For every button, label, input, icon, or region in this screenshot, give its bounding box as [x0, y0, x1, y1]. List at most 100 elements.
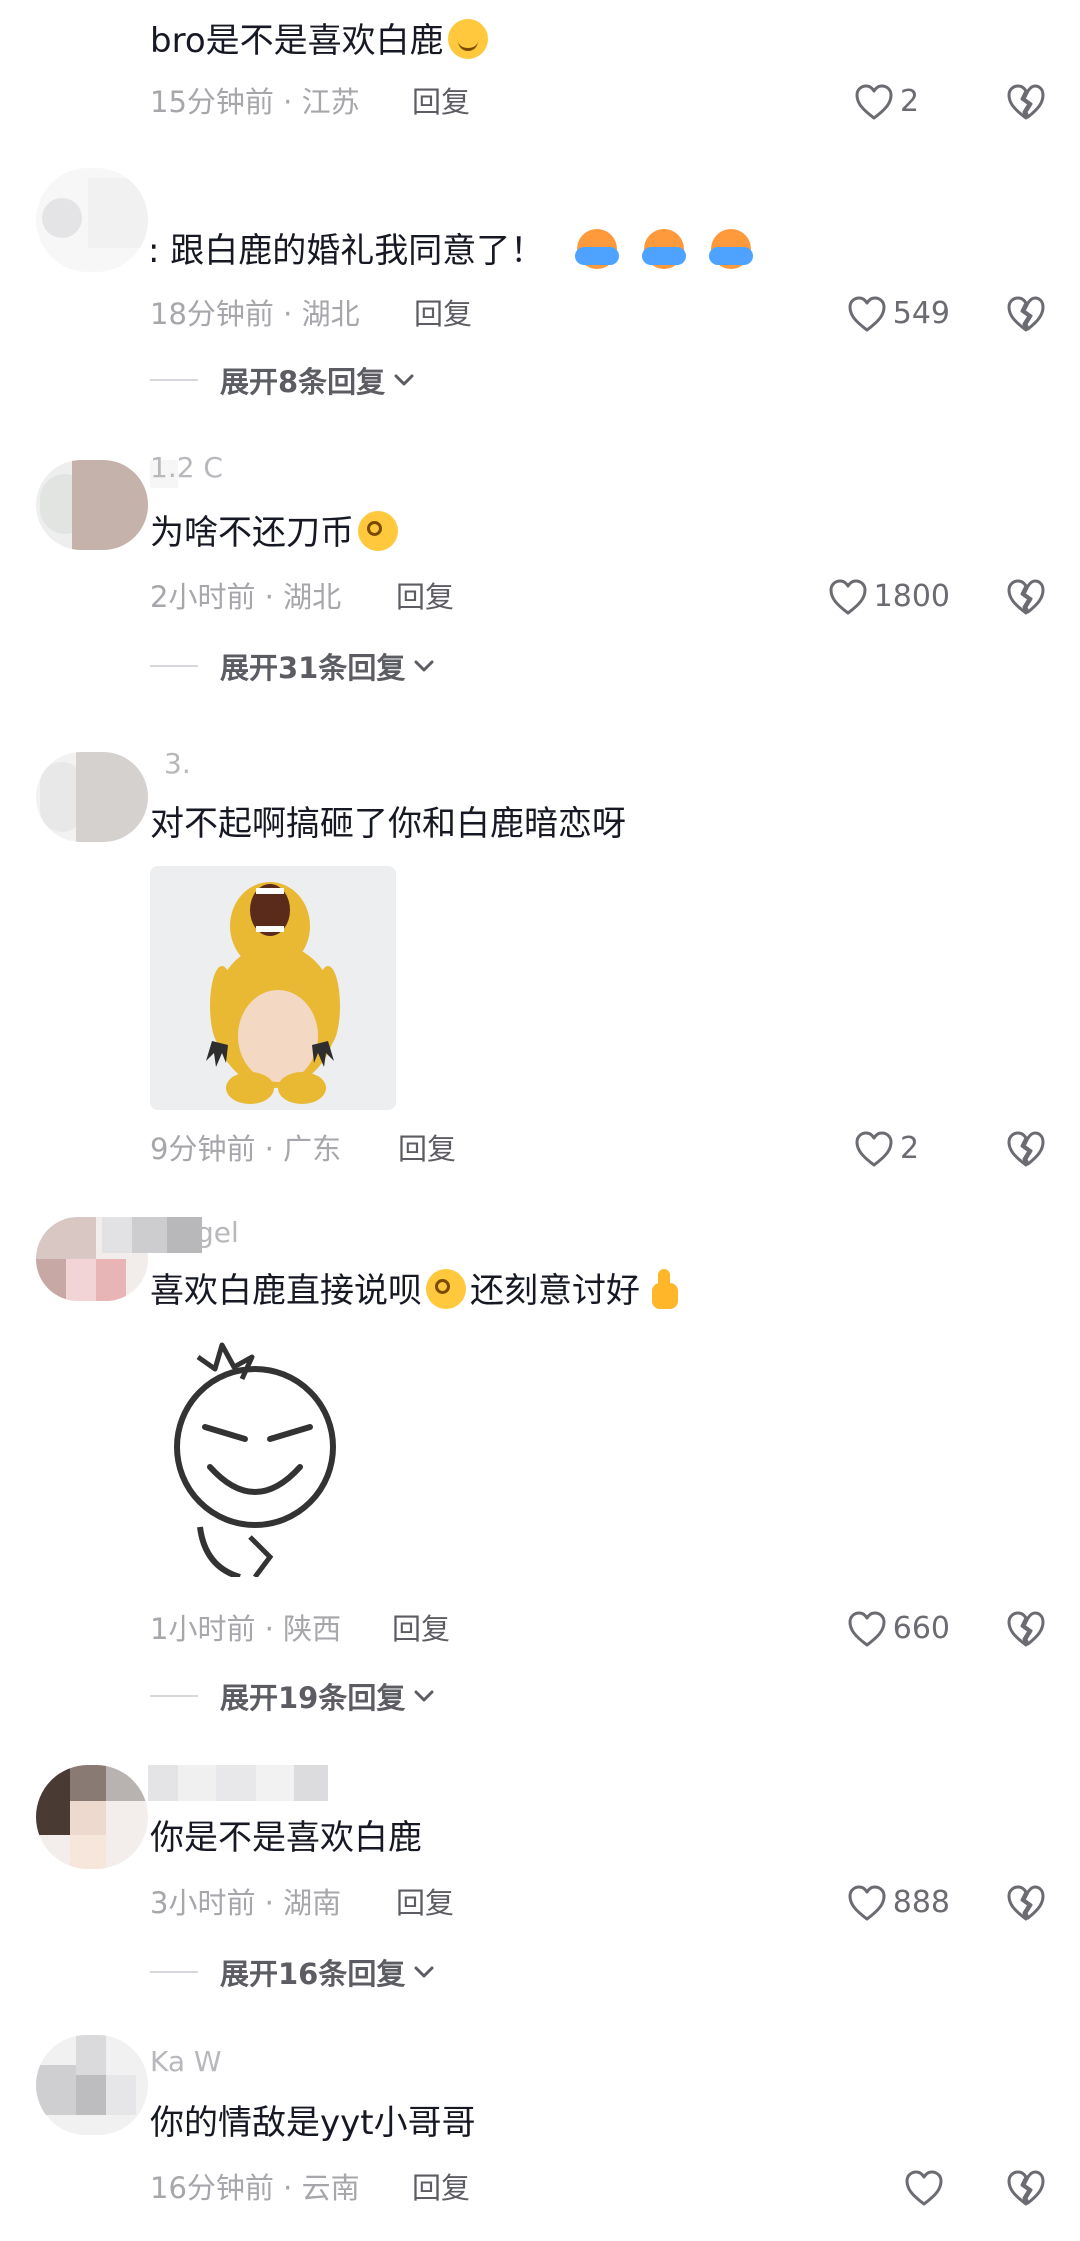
divider — [150, 1971, 198, 1973]
broken-heart-icon[interactable] — [1005, 1609, 1047, 1649]
comment-meta: 15分钟前 · 江苏 — [150, 84, 360, 120]
like-button[interactable]: 2 — [854, 82, 950, 122]
comment-item: 你是不是喜欢白鹿 3小时前 · 湖南 回复 888 展开16条回复 — [0, 1755, 1080, 2020]
broken-heart-icon[interactable] — [1005, 1129, 1047, 1169]
comment-location: 云南 — [301, 2171, 360, 2205]
meta-separator: · — [255, 1132, 284, 1166]
comment-meta: 1小时前 · 陕西 — [150, 1611, 341, 1647]
woozy-face-emoji-icon — [358, 511, 398, 551]
comment-item: bro是不是喜欢白鹿 15分钟前 · 江苏 回复 2 — [0, 0, 1080, 150]
sticker-image[interactable] — [160, 1327, 360, 1577]
expand-replies-label: 展开19条回复 — [220, 1681, 406, 1715]
reply-button[interactable]: 回复 — [414, 296, 472, 332]
comment-meta: 3小时前 · 湖南 — [150, 1885, 341, 1921]
like-button[interactable]: 1800 — [828, 577, 950, 617]
username[interactable]: Ka W — [150, 2047, 222, 2077]
meta-separator: · — [255, 1886, 284, 1920]
like-button[interactable]: 549 — [847, 294, 950, 334]
divider — [150, 1695, 198, 1697]
like-button[interactable] — [904, 2168, 950, 2208]
username[interactable]: gel — [196, 1218, 239, 1248]
like-count: 2 — [900, 84, 920, 119]
divider — [150, 379, 198, 381]
heart-outline-icon — [848, 296, 886, 332]
broken-heart-icon[interactable] — [1005, 577, 1047, 617]
broken-heart-icon[interactable] — [1005, 82, 1047, 122]
username[interactable]: 1.2 C — [150, 453, 223, 483]
comment-text: 对不起啊搞砸了你和白鹿暗恋呀 — [150, 804, 626, 844]
heart-outline-icon — [848, 1611, 886, 1647]
reply-button[interactable]: 回复 — [398, 1131, 456, 1167]
sticker-image[interactable] — [150, 866, 396, 1110]
chevron-down-icon — [414, 1966, 434, 1978]
meta-separator: · — [273, 85, 302, 119]
comment-meta: 2小时前 · 湖北 — [150, 579, 341, 615]
hugging-face-emoji-icon — [575, 229, 620, 269]
reply-button[interactable]: 回复 — [412, 84, 470, 120]
avatar[interactable] — [36, 168, 148, 272]
broken-heart-icon[interactable] — [1005, 1883, 1047, 1923]
comment-item: Ka W 你的情敌是yyt小哥哥 16分钟前 · 云南 回复 — [0, 2035, 1080, 2241]
comment-location: 湖北 — [283, 580, 342, 614]
comment-time: 18分钟前 — [150, 297, 274, 331]
like-count: 2 — [900, 1131, 920, 1166]
avatar[interactable] — [36, 2035, 148, 2135]
comment-time: 2小时前 — [150, 580, 256, 614]
comment-item: 3. 对不起啊搞砸了你和白鹿暗恋呀 9分钟前 · 广东 回复 2 — [0, 740, 1080, 1180]
comment-location: 湖南 — [283, 1886, 342, 1920]
like-count: 1800 — [873, 579, 950, 614]
expand-replies-button[interactable]: 展开19条回复 — [150, 1676, 435, 1716]
comment-time: 15分钟前 — [150, 85, 274, 119]
like-count: 549 — [892, 296, 950, 331]
meta-separator: · — [255, 580, 284, 614]
avatar[interactable] — [36, 752, 148, 842]
like-button[interactable]: 660 — [847, 1609, 950, 1649]
like-count: 660 — [892, 1611, 950, 1646]
chevron-down-icon — [414, 1690, 434, 1702]
broken-heart-icon[interactable] — [1005, 294, 1047, 334]
grinning-doodle-sticker — [160, 1327, 360, 1577]
heart-outline-icon — [905, 2170, 943, 2206]
hugging-face-emoji-icon — [641, 229, 686, 269]
comment-text: 为啥不还刀币 — [150, 511, 402, 555]
expand-replies-label: 展开16条回复 — [220, 1957, 406, 1991]
avatar[interactable] — [36, 460, 148, 550]
reply-button[interactable]: 回复 — [412, 2170, 470, 2206]
reply-button[interactable]: 回复 — [396, 579, 454, 615]
chevron-down-icon — [394, 374, 414, 386]
expand-replies-button[interactable]: 展开8条回复 — [150, 360, 415, 400]
reply-button[interactable]: 回复 — [392, 1611, 450, 1647]
expand-replies-button[interactable]: 展开31条回复 — [150, 646, 435, 686]
woozy-face-emoji-icon — [426, 1269, 466, 1309]
broken-heart-icon[interactable] — [1005, 2168, 1047, 2208]
like-count: 888 — [892, 1885, 950, 1920]
divider — [150, 665, 198, 667]
comment-text: 喜欢白鹿直接说呗 还刻意讨好 — [150, 1269, 688, 1313]
comment-time: 1小时前 — [150, 1612, 256, 1646]
avatar[interactable] — [36, 1765, 148, 1869]
comment-item: gel 喜欢白鹿直接说呗 还刻意讨好 1小时前 · 陕西 回复 660 展开19条… — [0, 1205, 1080, 1735]
expand-replies-label: 展开31条回复 — [220, 651, 406, 685]
meta-separator: · — [273, 2171, 302, 2205]
reply-button[interactable]: 回复 — [396, 1885, 454, 1921]
smiling-face-emoji-icon — [447, 19, 488, 59]
meta-separator: · — [255, 1612, 284, 1646]
comment-text: : 跟白鹿的婚礼我同意了！ — [148, 229, 755, 273]
expand-replies-button[interactable]: 展开16条回复 — [150, 1952, 435, 1992]
yellow-creature-sticker — [150, 866, 396, 1110]
comment-meta: 9分钟前 · 广东 — [150, 1131, 341, 1167]
like-button[interactable]: 2 — [854, 1129, 950, 1169]
comment-time: 16分钟前 — [150, 2171, 274, 2205]
comment-text: 你的情敌是yyt小哥哥 — [150, 2103, 476, 2143]
like-button[interactable]: 888 — [847, 1883, 950, 1923]
comment-item: 1.2 C 为啥不还刀币 2小时前 · 湖北 回复 1800 展开31条回复 — [0, 445, 1080, 715]
username[interactable]: 3. — [164, 749, 191, 779]
heart-outline-icon — [855, 1131, 893, 1167]
comment-text: 你是不是喜欢白鹿 — [150, 1818, 422, 1858]
comment-meta: 16分钟前 · 云南 — [150, 2170, 360, 2206]
username-mosaic — [148, 1765, 338, 1801]
comment-time: 9分钟前 — [150, 1132, 256, 1166]
comment-time: 3小时前 — [150, 1886, 256, 1920]
chevron-down-icon — [414, 660, 434, 672]
expand-replies-label: 展开8条回复 — [220, 365, 386, 399]
